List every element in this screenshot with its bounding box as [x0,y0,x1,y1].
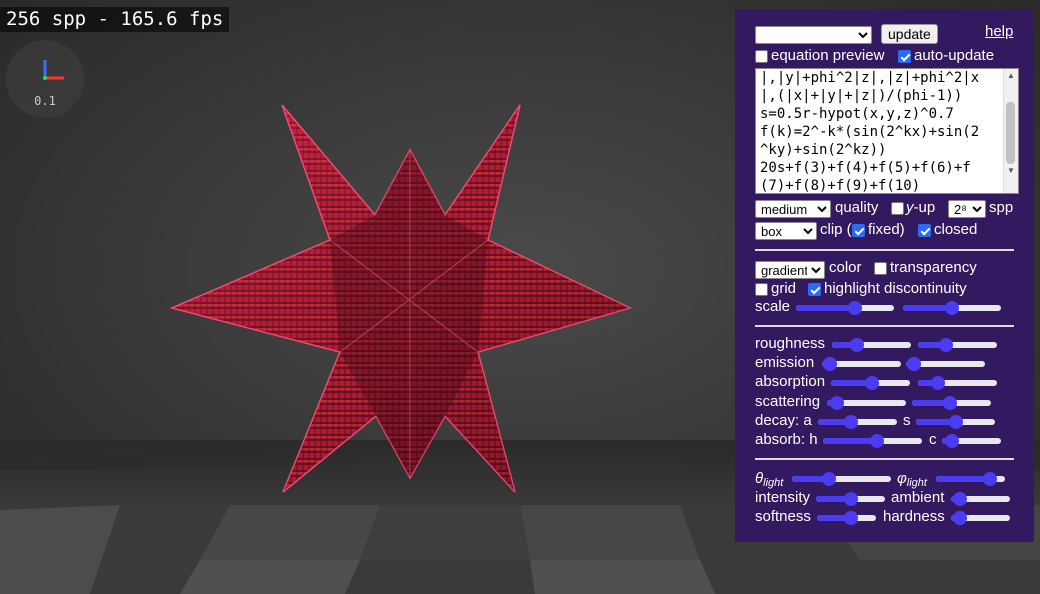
editor-scroll-thumb[interactable] [1006,102,1015,164]
auto-update-checkbox[interactable] [898,50,911,63]
emission-slider-2[interactable] [906,356,985,372]
intensity-label: intensity [755,489,811,506]
axis-scale-label: 0.1 [34,94,56,108]
clip-label: clip ( [820,221,852,238]
roughness-slider-1[interactable] [832,337,911,353]
scattering-slider-2[interactable] [912,395,991,411]
scale-label: scale [755,298,791,315]
emission-slider-1[interactable] [822,356,901,372]
intensity-slider[interactable] [816,491,885,507]
absorb-h-slider[interactable] [823,433,922,449]
y-up-label: y-up [906,199,936,216]
section-divider [755,325,1014,327]
spp-label: spp [989,199,1014,216]
color-select[interactable]: gradient [755,261,825,279]
decay-a-slider[interactable] [818,414,897,430]
decay-a-label: decay: a [755,412,812,429]
closed-checkbox[interactable] [918,224,931,237]
control-panel: update help equation preview auto-update… [735,9,1034,542]
color-label: color [829,259,862,276]
grid-label: grid [771,280,797,297]
equation-code[interactable]: |,|y|+phi^2|z|,|z|+phi^2|x |,(|x|+|y|+|z… [760,69,1000,193]
absorption-slider-2[interactable] [918,375,997,391]
equation-preview-checkbox[interactable] [755,50,768,63]
equation-select[interactable] [755,26,872,44]
scroll-down-icon[interactable]: ▼ [1007,167,1015,175]
scale-slider-1[interactable] [796,300,894,316]
clip-select[interactable]: box [755,222,817,240]
equation-preview-label: equation preview [771,47,885,64]
help-link[interactable]: help [985,23,1013,40]
decay-s-label: s [903,412,911,429]
absorb-c-label: c [929,431,937,448]
spp-select[interactable]: 2⁸ [948,200,986,218]
section-divider [755,458,1014,460]
absorb-h-label: absorb: h [755,431,818,448]
equation-editor[interactable]: |,|y|+phi^2|z|,|z|+phi^2|x |,(|x|+|y|+|z… [755,68,1019,194]
absorption-label: absorption [755,373,826,390]
axis-widget[interactable]: 0.1 [6,40,84,118]
auto-update-label: auto-update [914,47,995,64]
render-stats: 256 spp - 165.6 fps [0,7,230,32]
clip-fixed-label: fixed) [868,221,905,238]
phi-light-slider[interactable] [936,471,1005,487]
editor-scrollbar[interactable]: ▲ ▼ [1003,69,1018,193]
theta-light-slider[interactable] [792,471,891,487]
absorb-c-slider[interactable] [942,433,1001,449]
highlight-discontinuity-label: highlight discontinuity [824,280,967,297]
softness-slider[interactable] [817,510,876,526]
softness-label: softness [755,508,811,525]
scale-slider-2[interactable] [903,300,1001,316]
highlight-discontinuity-checkbox[interactable] [808,283,821,296]
ambient-label: ambient [891,489,945,506]
roughness-label: roughness [755,335,826,352]
hardness-label: hardness [883,508,945,525]
scattering-label: scattering [755,393,821,410]
section-divider [755,249,1014,251]
transparency-label: transparency [890,259,977,276]
quality-select[interactable]: medium [755,200,831,218]
emission-label: emission [755,354,815,371]
hardness-slider[interactable] [951,510,1010,526]
roughness-slider-2[interactable] [918,337,997,353]
scattering-slider-1[interactable] [827,395,906,411]
quality-label: quality [835,199,879,216]
grid-checkbox[interactable] [755,283,768,296]
decay-s-slider[interactable] [916,414,995,430]
transparency-checkbox[interactable] [874,262,887,275]
absorption-slider-1[interactable] [831,375,910,391]
closed-label: closed [934,221,978,238]
scroll-up-icon[interactable]: ▲ [1007,72,1015,80]
update-button[interactable]: update [881,24,938,44]
clip-fixed-checkbox[interactable] [852,224,865,237]
y-up-checkbox[interactable] [891,202,904,215]
ambient-slider[interactable] [951,491,1010,507]
